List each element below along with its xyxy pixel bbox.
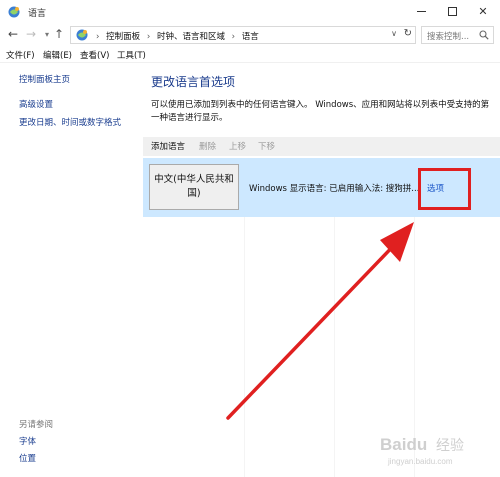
sidebar-link-control-panel-home[interactable]: 控制面板主页	[19, 73, 70, 85]
remove-language-button[interactable]: 删除	[199, 140, 216, 152]
sidebar-link-advanced-settings[interactable]: 高级设置	[19, 98, 53, 110]
breadcrumb-clock-language-region[interactable]: 时钟、语言和区域	[157, 32, 225, 42]
svg-text:经验: 经验	[436, 438, 464, 454]
sidebar-link-fonts[interactable]: 字体	[19, 435, 36, 447]
maximize-button[interactable]	[437, 0, 467, 22]
language-toolbar: 添加语言 删除 上移 下移	[143, 137, 500, 156]
menu-file[interactable]: 文件(F)	[6, 49, 35, 61]
list-divider	[334, 217, 335, 477]
breadcrumb: › 控制面板 › 时钟、语言和区域 › 语言	[92, 30, 259, 42]
address-field[interactable]: › 控制面板 › 时钟、语言和区域 › 语言 ∨ ↻	[70, 26, 416, 44]
breadcrumb-separator-icon[interactable]: ›	[232, 32, 235, 42]
see-also-heading: 另请参阅	[19, 420, 54, 430]
control-panel-icon	[8, 6, 20, 18]
menu-edit[interactable]: 编辑(E)	[43, 49, 72, 61]
language-name-tile[interactable]: 中文(中华人民共和国)	[149, 164, 239, 210]
breadcrumb-language[interactable]: 语言	[242, 32, 259, 42]
close-button[interactable]: ✕	[468, 0, 498, 22]
move-down-button[interactable]: 下移	[258, 140, 275, 152]
maximize-icon	[447, 6, 457, 16]
control-panel-icon	[76, 29, 88, 41]
breadcrumb-separator-icon[interactable]: ›	[147, 32, 150, 42]
address-bar-row: ← → ▾ ↑ › 控制面板 › 时钟、语言和区域 › 语言 ∨ ↻ 搜索控制.…	[0, 24, 500, 46]
sidebar-link-location[interactable]: 位置	[19, 452, 36, 464]
svg-text:jingyan.baidu.com: jingyan.baidu.com	[387, 457, 453, 466]
sidebar-link-change-date-format[interactable]: 更改日期、时间或数字格式	[19, 116, 121, 128]
title-bar: 语言 ✕	[0, 0, 500, 24]
annotation-arrow-icon	[226, 222, 414, 420]
address-dropdown-chevron-icon[interactable]: ∨	[391, 29, 397, 38]
baidu-logo-icon: Baidu 经验 jingyan.baidu.com	[380, 435, 464, 466]
back-arrow-icon[interactable]: ←	[6, 27, 20, 41]
up-arrow-icon[interactable]: ↑	[52, 27, 66, 41]
language-status-text: Windows 显示语言: 已启用输入法: 搜狗拼...	[249, 184, 420, 194]
search-placeholder: 搜索控制...	[427, 32, 470, 42]
search-icon	[479, 30, 489, 40]
menu-bar: 文件(F) 编辑(E) 查看(V) 工具(T)	[0, 47, 500, 63]
menu-tools[interactable]: 工具(T)	[117, 49, 146, 61]
refresh-icon[interactable]: ↻	[404, 28, 412, 39]
svg-text:Baidu: Baidu	[380, 435, 427, 454]
baidu-watermark: Baidu 经验 jingyan.baidu.com	[378, 430, 498, 470]
search-input[interactable]: 搜索控制...	[421, 26, 494, 44]
move-up-button[interactable]: 上移	[229, 140, 246, 152]
menu-view[interactable]: 查看(V)	[80, 49, 109, 61]
annotation-highlight-box	[418, 168, 471, 210]
minimize-icon	[416, 10, 426, 12]
window-title: 语言	[28, 9, 47, 19]
breadcrumb-separator-icon: ›	[96, 32, 100, 42]
page-description: 可以使用已添加到列表中的任何语言键入。 Windows、应用和网站将以列表中受支…	[151, 100, 490, 123]
page-title: 更改语言首选项	[151, 75, 236, 89]
add-language-button[interactable]: 添加语言	[151, 140, 185, 152]
minimize-button[interactable]	[406, 0, 436, 22]
list-divider	[244, 217, 245, 477]
forward-arrow-icon[interactable]: →	[24, 27, 38, 41]
breadcrumb-control-panel[interactable]: 控制面板	[106, 32, 140, 42]
